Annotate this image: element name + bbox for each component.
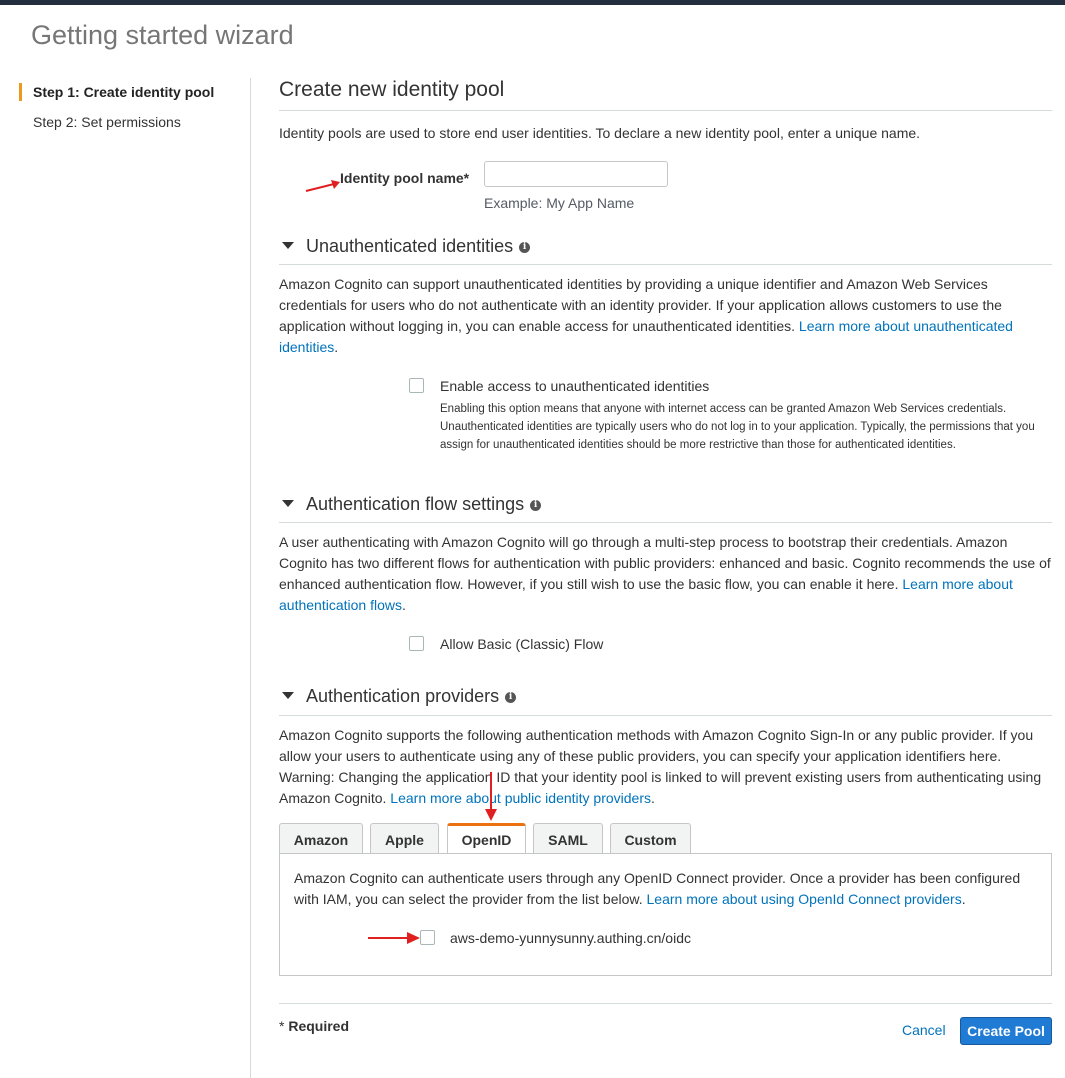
openid-period: . — [961, 891, 966, 907]
tab-custom[interactable]: Custom — [610, 823, 691, 854]
required-star: * — [279, 1018, 289, 1034]
unauth-section-header[interactable]: Unauthenticated identities i — [282, 236, 531, 257]
authflow-heading: Authentication flow settings — [306, 494, 525, 514]
footer-divider — [279, 1003, 1052, 1004]
authflow-section-header[interactable]: Authentication flow settings i — [282, 494, 542, 515]
sidebar-step-2[interactable]: Step 2: Set permissions — [33, 114, 181, 130]
annotation-arrow-icon — [485, 772, 497, 821]
page-title: Create new identity pool — [279, 78, 505, 101]
pool-name-hint: Example: My App Name — [484, 195, 635, 211]
annotation-arrow-icon — [305, 180, 340, 192]
providers-divider — [279, 715, 1052, 716]
providers-period: . — [651, 790, 655, 806]
authflow-divider — [279, 522, 1052, 523]
required-label: Required — [288, 1018, 350, 1034]
cancel-button[interactable]: Cancel — [902, 1022, 946, 1038]
required-note: * Required — [279, 1018, 349, 1034]
openid-learn-more-link[interactable]: Learn more about using OpenId Connect pr… — [647, 891, 962, 907]
sidebar-step-1[interactable]: Step 1: Create identity pool — [33, 84, 214, 100]
basic-flow-label: Allow Basic (Classic) Flow — [440, 636, 604, 652]
unauth-text: Amazon Cognito can support unauthenticat… — [279, 274, 1054, 358]
wizard-title: Getting started wizard — [31, 20, 294, 50]
enable-unauth-label: Enable access to unauthenticated identit… — [440, 378, 710, 394]
intro-text: Identity pools are used to store end use… — [279, 125, 921, 141]
caret-down-icon — [282, 241, 294, 249]
providers-section-header[interactable]: Authentication providers i — [282, 686, 517, 707]
info-icon[interactable]: i — [519, 241, 531, 253]
authflow-period: . — [401, 597, 406, 613]
create-pool-button[interactable]: Create Pool — [960, 1017, 1052, 1045]
tab-amazon[interactable]: Amazon — [279, 823, 363, 854]
enable-unauth-checkbox[interactable] — [409, 378, 424, 393]
oidc-provider-label: aws-demo-yunnysunny.authing.cn/oidc — [450, 930, 691, 946]
openid-tab-panel: Amazon Cognito can authenticate users th… — [279, 853, 1052, 976]
basic-flow-checkbox[interactable] — [409, 636, 424, 651]
openid-text: Amazon Cognito can authenticate users th… — [294, 868, 1039, 910]
unauth-heading: Unauthenticated identities — [306, 236, 514, 256]
annotation-arrow-icon — [368, 932, 420, 944]
providers-learn-more-link[interactable]: Learn more about public identity provide… — [390, 790, 651, 806]
unauth-period: . — [334, 339, 339, 355]
providers-text: Amazon Cognito supports the following au… — [279, 725, 1054, 809]
tab-openid[interactable]: OpenID — [447, 823, 526, 855]
pool-name-label: Identity pool name* — [340, 170, 470, 186]
caret-down-icon — [282, 691, 294, 699]
top-bar — [0, 0, 1065, 5]
title-divider — [279, 110, 1052, 111]
tab-saml[interactable]: SAML — [533, 823, 603, 854]
caret-down-icon — [282, 499, 294, 507]
pool-name-input[interactable] — [484, 161, 668, 187]
providers-heading: Authentication providers — [306, 686, 500, 706]
tab-apple[interactable]: Apple — [370, 823, 439, 854]
active-step-marker — [19, 83, 22, 101]
info-icon[interactable]: i — [505, 691, 517, 703]
unauth-divider — [279, 264, 1052, 265]
enable-unauth-description: Enabling this option means that anyone w… — [440, 403, 1035, 451]
authflow-text: A user authenticating with Amazon Cognit… — [279, 532, 1054, 616]
info-icon[interactable]: i — [530, 499, 542, 511]
sidebar-divider — [250, 78, 251, 1078]
